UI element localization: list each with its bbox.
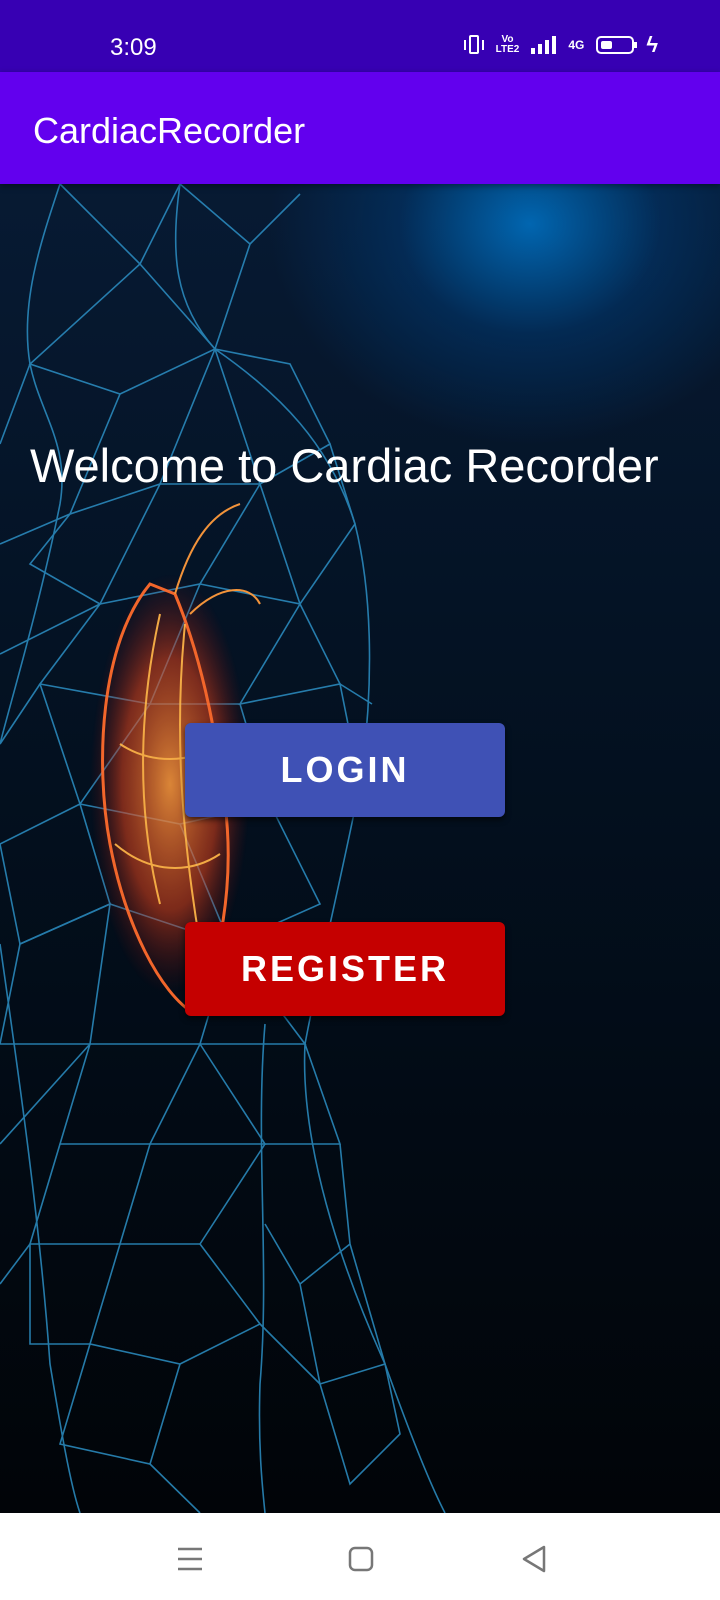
navigation-bar [0, 1513, 720, 1600]
register-button[interactable]: REGISTER [185, 922, 505, 1016]
login-button[interactable]: LOGIN [185, 723, 505, 817]
signal-icon [531, 36, 557, 54]
home-icon[interactable] [343, 1541, 379, 1577]
vibrate-icon [463, 33, 484, 57]
charging-icon: ϟ [646, 32, 658, 57]
status-icons: Vo LTE2 4G ϟ [463, 32, 658, 57]
volte-bottom-label: LTE2 [495, 44, 520, 55]
app-title: CardiacRecorder [33, 110, 306, 151]
network-type-label: 4G [568, 38, 585, 52]
wireframe-body-background [0, 184, 446, 1513]
main-content: Welcome to Cardiac Recorder LOGIN REGIST… [0, 184, 720, 1513]
status-bar: 3:09 Vo LTE2 4G ϟ [0, 0, 720, 72]
battery-icon [596, 36, 638, 54]
status-time: 3:09 [110, 34, 157, 61]
back-icon[interactable] [516, 1541, 552, 1577]
app-bar: CardiacRecorder [0, 72, 720, 184]
menu-icon[interactable] [172, 1541, 208, 1577]
volte-icon: Vo LTE2 [496, 35, 520, 55]
battery-fill [601, 41, 613, 49]
4g-signal-icon: 4G [568, 39, 584, 51]
welcome-heading: Welcome to Cardiac Recorder [30, 439, 659, 492]
